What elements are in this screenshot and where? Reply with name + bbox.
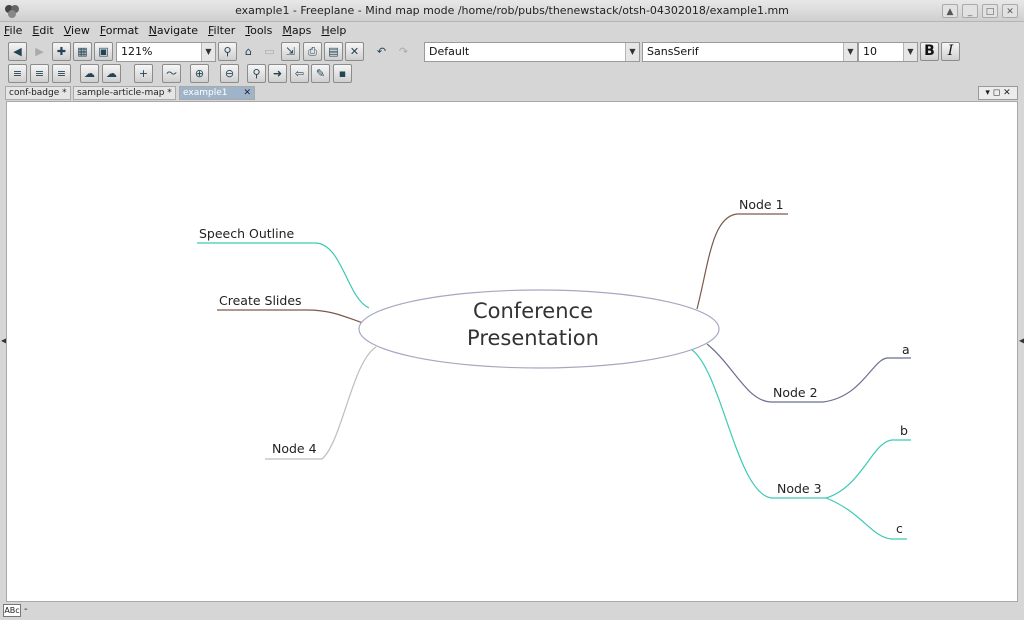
save-map-icon[interactable]: ▣ [94,42,113,61]
window-shade-button[interactable]: ▲ [942,4,958,18]
window-controls: ▲ _ □ ✕ [942,4,1018,18]
format-toolbar: ≡ ≡ ≡ ☁ ☁ + 〜 ⊕ ⊖ ⚲ ➜ ⇦ ✎ ▪ [0,63,1024,85]
left-collapse-handle-icon[interactable]: ◀ [1,336,7,350]
menu-navigate[interactable]: Navigate [149,22,198,40]
style-value: Default [429,45,470,58]
menu-help[interactable]: Help [321,22,346,40]
menubar: File Edit View Format Navigate Filter To… [0,22,1024,40]
edge-create-slides [217,309,364,324]
align-center-icon[interactable]: ≡ [30,64,49,83]
menu-view[interactable]: View [64,22,90,40]
window-minimize-button[interactable]: _ [962,4,978,18]
statusbar: ABc - [0,602,1024,620]
edge-node1 [696,213,788,310]
tab-example1-label: example1 [183,88,228,98]
right-collapse-handle-icon[interactable]: ◀ [1019,336,1024,350]
mindmap-edges [197,213,911,540]
new-map-icon[interactable]: ✚ [52,42,71,61]
edge-c [825,497,907,540]
move-left-icon[interactable]: ⇦ [290,64,309,83]
font-size-value: 10 [863,45,877,58]
map-tabs: conf-badge * sample-article-map * exampl… [0,86,1024,101]
edge-style-icon[interactable]: 〜 [162,64,181,83]
node-create-slides[interactable]: Create Slides [219,293,302,308]
open-map-icon[interactable]: ▦ [73,42,92,61]
chevron-down-icon: ▼ [201,43,215,61]
spellcheck-icon[interactable]: ABc [3,604,21,617]
window-titlebar: example1 - Freeplane - Mind map mode /ho… [0,0,1024,22]
menu-tools[interactable]: Tools [245,22,272,40]
zoom-value: 121% [121,45,153,58]
node-b[interactable]: b [900,423,908,438]
menu-file[interactable]: File [4,22,22,40]
presentation-icon[interactable]: ▭ [260,42,279,61]
menu-format[interactable]: Format [100,22,139,40]
window-title: example1 - Freeplane - Mind map mode /ho… [235,4,789,17]
menu-maps[interactable]: Maps [282,22,311,40]
node-speech-outline[interactable]: Speech Outline [199,226,294,241]
menu-filter[interactable]: Filter [208,22,235,40]
cloud-color-icon[interactable]: ☁ [102,64,121,83]
menu-edit[interactable]: Edit [32,22,53,40]
node-node3[interactable]: Node 3 [777,481,822,496]
chevron-down-icon: ▼ [903,43,917,61]
node-node4[interactable]: Node 4 [272,441,317,456]
node-a[interactable]: a [902,342,910,357]
font-family-value: SansSerif [647,45,699,58]
italic-button[interactable]: I [941,42,960,61]
tab-example1[interactable]: example1 ✕ [179,86,255,100]
remove-node-icon[interactable]: ⊖ [220,64,239,83]
node-style-select[interactable]: Default ▼ [424,42,640,62]
edit-link-icon[interactable]: ✎ [311,64,330,83]
add-child-icon[interactable]: + [134,64,153,83]
align-left-icon[interactable]: ≡ [8,64,27,83]
edge-node3 [691,349,826,499]
node-node2[interactable]: Node 2 [773,385,818,400]
close-icon[interactable]: ✕ [243,87,251,100]
node-node1[interactable]: Node 1 [739,197,784,212]
undo-icon[interactable]: ↶ [372,42,391,61]
tab-conf-badge[interactable]: conf-badge * [5,86,71,100]
tab-sample-article-map[interactable]: sample-article-map * [73,86,176,100]
main-toolbar: ◀ ▶ ✚ ▦ ▣ 121% ▼ ⚲ ⌂ ▭ ⇲ ⎙ ▤ ✕ ↶ ↷ Defau… [0,41,1024,63]
move-right-icon[interactable]: ➜ [268,64,287,83]
forward-icon[interactable]: ▶ [30,42,49,61]
mindmap-canvas[interactable]: Conference Presentation Speech Outline C… [6,101,1018,602]
find-icon[interactable]: ⚲ [218,42,237,61]
root-node-line1: Conference [472,299,593,323]
print-icon[interactable]: ⎙ [303,42,322,61]
redo-icon[interactable]: ↷ [394,42,413,61]
back-icon[interactable]: ◀ [8,42,27,61]
node-c[interactable]: c [896,521,903,536]
tab-controls[interactable]: ▾ ◻ ✕ [978,86,1018,100]
root-node[interactable]: Conference Presentation [453,298,613,352]
zoom-select[interactable]: 121% ▼ [116,42,216,62]
add-node-icon[interactable]: ⊕ [190,64,209,83]
root-node-line2: Presentation [467,326,599,350]
font-family-select[interactable]: SansSerif ▼ [642,42,858,62]
edge-b [825,439,911,499]
close-map-icon[interactable]: ✕ [345,42,364,61]
font-size-select[interactable]: 10 ▼ [858,42,918,62]
lock-icon[interactable]: ▪ [333,64,352,83]
window-close-button[interactable]: ✕ [1002,4,1018,18]
edge-a [822,357,911,403]
fold-icon[interactable]: ⇲ [281,42,300,61]
chevron-down-icon: ▼ [625,43,639,61]
status-text: - [24,604,28,615]
zoom-search-icon[interactable]: ⚲ [247,64,266,83]
bold-button[interactable]: B [920,42,939,61]
window-maximize-button[interactable]: □ [982,4,998,18]
chevron-down-icon: ▼ [843,43,857,61]
align-right-icon[interactable]: ≡ [52,64,71,83]
attachment-icon[interactable]: ⌂ [239,42,258,61]
cloud-icon[interactable]: ☁ [80,64,99,83]
print-preview-icon[interactable]: ▤ [324,42,343,61]
